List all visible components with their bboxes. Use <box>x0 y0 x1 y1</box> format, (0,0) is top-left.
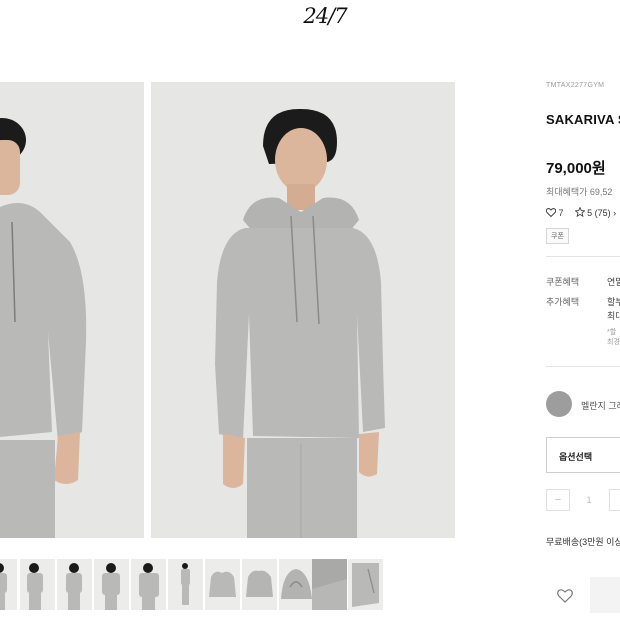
extra-benefit-note-1: *할 <box>607 329 617 336</box>
heart-icon <box>557 589 573 603</box>
quantity-decrease-button[interactable]: − <box>546 489 570 511</box>
thumbnail-1[interactable] <box>0 559 17 610</box>
model-photo-figure <box>0 82 144 538</box>
product-title: SAKARIVA S <box>546 112 620 127</box>
like-count: 7 <box>558 208 564 218</box>
thumbnail-model <box>94 559 129 610</box>
coupon-tag: 쿠폰 <box>546 228 569 244</box>
rating-value: 5 <box>587 208 593 218</box>
color-name: 멜란지 그레 <box>581 401 620 411</box>
option-select[interactable]: 옵션선택 <box>546 437 620 473</box>
coupon-benefit-label: 쿠폰혜택 <box>546 277 580 287</box>
thumbnail-2[interactable] <box>20 559 55 610</box>
thumbnail-model <box>20 559 55 610</box>
brand-logo[interactable]: 24/7 <box>0 4 620 28</box>
product-stats: 7 5 (75) › <box>545 206 617 219</box>
product-code: TMTAX2277GYM <box>546 82 605 89</box>
product-price: 79,000원 <box>546 160 606 177</box>
quantity-value[interactable]: 1 <box>576 489 602 511</box>
thumbnail-10[interactable] <box>312 559 347 610</box>
extra-benefit-value: 할부 <box>607 297 620 307</box>
coupon-benefit-value[interactable]: 연말 <box>607 275 620 288</box>
thumbnail-flat <box>242 559 277 610</box>
thumbnail-8[interactable] <box>242 559 277 610</box>
thumbnail-model <box>168 559 203 610</box>
thumbnail-detail <box>312 559 347 610</box>
thumbnail-model <box>131 559 166 610</box>
thumbnail-7[interactable] <box>205 559 240 610</box>
thumbnail-detail <box>348 559 383 610</box>
product-image-left[interactable] <box>0 82 144 538</box>
thumbnail-detail <box>279 559 314 610</box>
wishlist-button[interactable] <box>548 582 582 610</box>
review-count-link[interactable]: (75) › <box>595 208 617 218</box>
color-swatch[interactable] <box>546 391 572 417</box>
thumbnail-3[interactable] <box>57 559 92 610</box>
thumbnail-6[interactable] <box>168 559 203 610</box>
shipping-info: 무료배송(3만원 이상 <box>546 537 620 547</box>
model-photo-figure <box>151 82 455 538</box>
quantity-increase-button[interactable] <box>609 489 620 511</box>
extra-benefit-value-2: 최대 <box>607 311 620 321</box>
divider <box>546 256 620 257</box>
product-image-main[interactable] <box>151 82 455 538</box>
thumbnail-5[interactable] <box>131 559 166 610</box>
thumbnail-11[interactable] <box>348 559 383 610</box>
extra-benefit-note-2: 최경 <box>607 339 620 346</box>
cart-button[interactable] <box>590 577 620 613</box>
extra-benefit-label: 추가혜택 <box>546 297 580 307</box>
thumbnail-flat <box>205 559 240 610</box>
divider <box>546 366 620 367</box>
star-icon <box>573 206 588 219</box>
thumbnail-4[interactable] <box>94 559 129 610</box>
heart-icon[interactable] <box>545 207 559 219</box>
max-benefit-price: 최대혜택가 69,52 <box>546 187 613 197</box>
thumbnail-model <box>0 559 17 610</box>
thumbnail-9[interactable] <box>279 559 314 610</box>
thumbnail-model <box>57 559 92 610</box>
option-select-label: 옵션선택 <box>559 452 593 462</box>
